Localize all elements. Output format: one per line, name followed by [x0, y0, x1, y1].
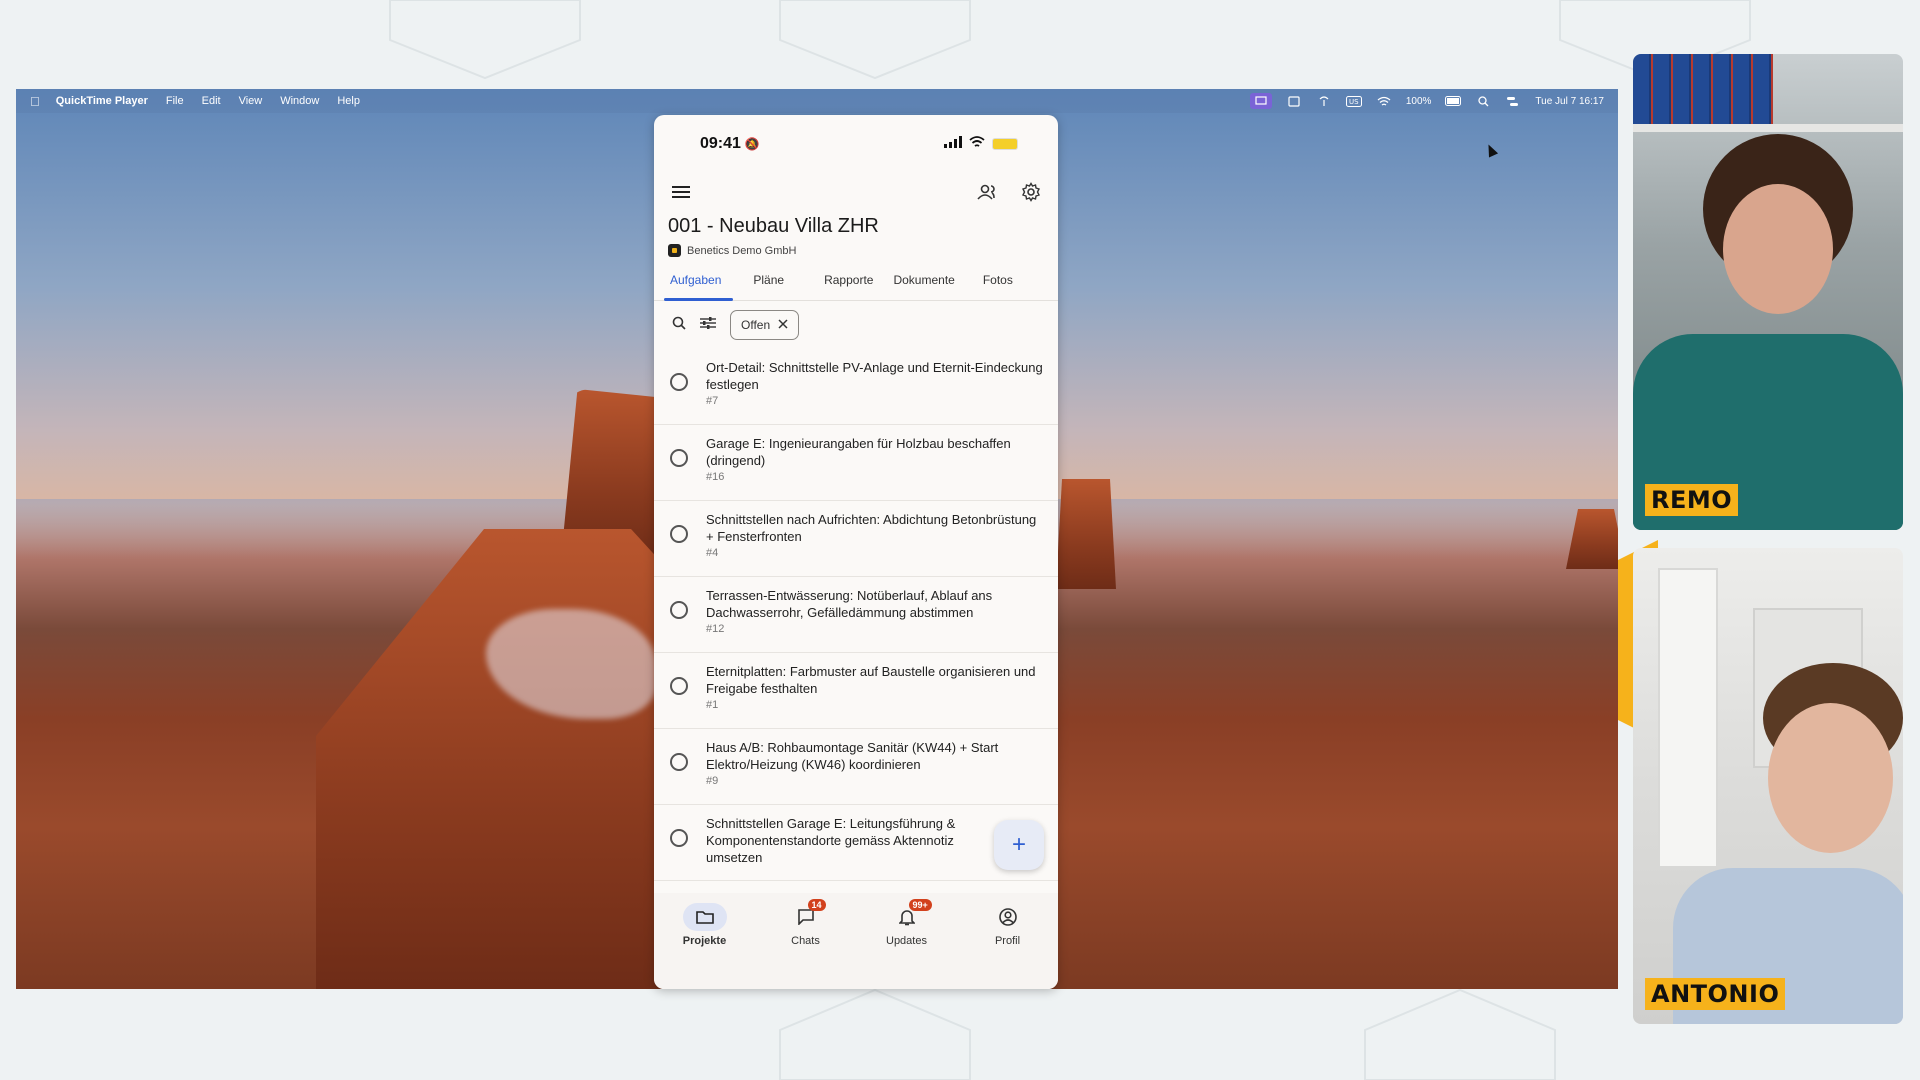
task-title: Eternitplatten: Farbmuster auf Baustelle… — [706, 664, 1036, 696]
filter-chip-offen[interactable]: Offen — [730, 310, 800, 340]
phone-status-bar: 09:41 🔕 — [654, 115, 1058, 173]
updates-badge: 99+ — [908, 899, 932, 911]
screen-mirroring-icon[interactable] — [1249, 93, 1272, 109]
task-title: Haus A/B: Rohbaumontage Sanitär (KW44) +… — [706, 740, 999, 772]
cellular-signal-icon — [944, 135, 962, 153]
chat-bubble-icon: 14 — [784, 899, 828, 931]
task-checkbox[interactable] — [670, 373, 688, 391]
mesa-rock-right — [1056, 479, 1116, 589]
add-task-button[interactable]: + — [994, 820, 1044, 870]
company-logo-icon — [668, 244, 681, 257]
binder-shelf — [1633, 54, 1773, 124]
task-number: #16 — [706, 471, 725, 483]
phone-clock: 09:41 — [700, 135, 741, 152]
app-topbar — [654, 173, 1058, 211]
hamburger-menu-icon[interactable] — [668, 179, 694, 205]
phone-wifi-icon — [969, 135, 985, 153]
filter-sliders-icon[interactable] — [700, 316, 716, 335]
task-title: Garage E: Ingenieurangaben für Holzbau b… — [706, 436, 1011, 468]
task-row[interactable]: Terrassen-Entwässerung: Notüberlauf, Abl… — [654, 577, 1058, 653]
project-title: 001 - Neubau Villa ZHR — [668, 215, 879, 237]
app-menu[interactable]: QuickTime Player — [56, 95, 148, 107]
person-face — [1723, 184, 1833, 314]
nav-label: Chats — [791, 935, 820, 947]
bell-muted-icon: 🔕 — [744, 137, 760, 151]
video-tile-remo: REMO — [1633, 54, 1903, 530]
members-icon[interactable] — [974, 179, 1000, 205]
company-name: Benetics Demo GmbH — [687, 244, 797, 257]
shelf-board — [1633, 124, 1903, 132]
task-title: Schnittstellen Garage E: Leitungsführung… — [706, 816, 956, 865]
task-checkbox[interactable] — [670, 829, 688, 847]
door-frame — [1658, 568, 1718, 868]
task-checkbox[interactable] — [670, 753, 688, 771]
bell-icon: 99+ — [885, 899, 932, 931]
project-tabs: Aufgaben Pläne Rapporte Dokumente Fotos — [654, 267, 1058, 301]
tab-rapporte[interactable]: Rapporte — [814, 267, 883, 300]
menubar-clock[interactable]: Tue Jul 7 16:17 — [1535, 96, 1604, 107]
task-row[interactable]: Garage E: Ingenieurangaben für Holzbau b… — [654, 425, 1058, 501]
airdrop-icon[interactable] — [1316, 95, 1332, 107]
nav-projekte[interactable]: Projekte — [654, 903, 755, 989]
task-row[interactable]: Schnittstellen nach Aufrichten: Abdichtu… — [654, 501, 1058, 577]
menu-edit[interactable]: Edit — [202, 95, 221, 107]
company-row: Benetics Demo GmbH — [654, 238, 1058, 257]
task-title: Ort-Detail: Schnittstelle PV-Anlage und … — [706, 360, 1043, 392]
task-title: Schnittstellen nach Aufrichten: Abdichtu… — [706, 512, 1037, 544]
control-center-icon[interactable] — [1505, 95, 1521, 107]
tab-aufgaben[interactable]: Aufgaben — [660, 267, 734, 301]
task-row[interactable]: Haus A/B: Rohbaumontage Sanitär (KW44) +… — [654, 729, 1058, 805]
task-number: #9 — [706, 775, 719, 787]
task-row[interactable]: Ort-Detail: Schnittstelle PV-Anlage und … — [654, 349, 1058, 425]
wifi-icon[interactable] — [1376, 95, 1392, 107]
task-number: #7 — [706, 395, 719, 407]
chats-badge: 14 — [807, 899, 826, 911]
nav-chats[interactable]: 14 Chats — [755, 899, 856, 989]
tab-plaene[interactable]: Pläne — [743, 267, 794, 300]
task-checkbox[interactable] — [670, 601, 688, 619]
svg-text:US: US — [1349, 98, 1359, 106]
close-icon[interactable] — [778, 318, 788, 332]
search-icon[interactable] — [672, 316, 686, 335]
filter-bar: Offen — [654, 301, 1058, 349]
task-checkbox[interactable] — [670, 525, 688, 543]
phone-app-window: 09:41 🔕 001 - Neubau Villa ZHR Benetics … — [654, 115, 1058, 989]
nav-label: Projekte — [682, 935, 727, 947]
nav-label: Updates — [886, 935, 927, 947]
calendar-icon[interactable] — [1286, 95, 1302, 107]
spotlight-search-icon[interactable] — [1475, 95, 1491, 107]
tab-fotos[interactable]: Fotos — [973, 267, 1023, 300]
menu-window[interactable]: Window — [280, 95, 319, 107]
participant-name-tag: REMO — [1645, 484, 1739, 516]
nav-profil[interactable]: Profil — [957, 903, 1058, 989]
apple-icon[interactable]:  — [30, 94, 40, 109]
battery-icon[interactable] — [1445, 95, 1462, 107]
folder-icon — [682, 903, 727, 931]
settings-gear-icon[interactable] — [1018, 179, 1044, 205]
task-number: #4 — [706, 547, 719, 559]
tab-dokumente[interactable]: Dokumente — [883, 267, 964, 300]
bottom-navigation: Projekte 14 Chats 99+ Updates Profil — [654, 893, 1058, 989]
video-tile-antonio: ANTONIO — [1633, 548, 1903, 1024]
task-checkbox[interactable] — [670, 677, 688, 695]
nav-label: Profil — [994, 935, 1021, 947]
menu-file[interactable]: File — [166, 95, 184, 107]
keyboard-layout-icon[interactable]: US — [1345, 95, 1362, 107]
task-number: #12 — [706, 623, 725, 635]
person-face — [1768, 703, 1893, 853]
filter-chip-label: Offen — [741, 318, 771, 332]
task-row[interactable]: Eternitplatten: Farbmuster auf Baustelle… — [654, 653, 1058, 729]
phone-battery-icon — [992, 138, 1018, 150]
menu-view[interactable]: View — [239, 95, 263, 107]
nav-updates[interactable]: 99+ Updates — [856, 899, 957, 989]
task-title: Terrassen-Entwässerung: Notüberlauf, Abl… — [706, 588, 993, 620]
task-number: #1 — [706, 699, 719, 711]
participant-name-tag: ANTONIO — [1645, 978, 1786, 1010]
menu-help[interactable]: Help — [337, 95, 360, 107]
mac-menubar:  QuickTime Player File Edit View Window… — [16, 89, 1618, 113]
battery-percent: 100% — [1405, 95, 1432, 107]
task-checkbox[interactable] — [670, 449, 688, 467]
profile-icon — [986, 903, 1030, 931]
